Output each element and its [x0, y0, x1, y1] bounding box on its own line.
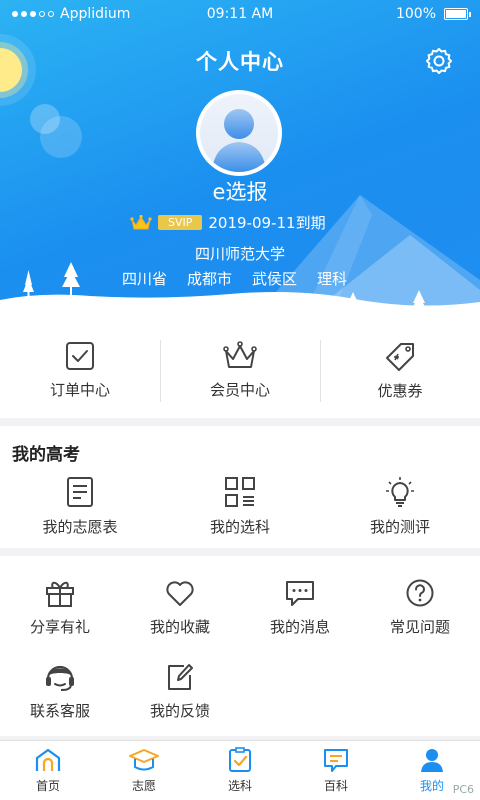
checklist-icon [229, 747, 251, 772]
message-icon [286, 581, 314, 606]
vip-badge: SVIP [158, 215, 203, 230]
grid-list-icon [225, 477, 255, 507]
my-favorites-button[interactable]: 我的收藏 [120, 578, 240, 637]
tab-subject-selection-label: 选科 [227, 779, 252, 793]
battery-icon [444, 8, 471, 20]
crown-icon [130, 214, 152, 229]
status-bar: Applidium 09:11 AM 100% [0, 0, 480, 30]
contact-support-button[interactable]: 联系客服 [0, 662, 120, 721]
my-feedback-button[interactable]: 我的反馈 [120, 662, 240, 721]
tab-home-label: 首页 [35, 779, 60, 793]
graduation-cap-icon [129, 749, 159, 771]
tab-application-label: 志愿 [131, 779, 156, 793]
my-gaokao-section: 我的高考 我的志愿表 我的选科 我的测评 [0, 426, 480, 548]
headset-icon [46, 665, 74, 691]
section-title: 我的高考 [12, 445, 80, 465]
subject-track: 理科 [317, 270, 348, 288]
vip-expiry: 2019-09-11到期 [208, 214, 326, 232]
gift-icon [46, 581, 74, 607]
my-application-list-label: 我的志愿表 [42, 518, 118, 536]
my-subject-selection-button[interactable]: 我的选科 [160, 476, 320, 537]
quick-actions: 订单中心 会员中心 优惠券 [0, 322, 480, 418]
vip-status[interactable]: SVIP 2019-09-11到期 [130, 212, 326, 233]
bottom-tab-bar: 首页 志愿 选科 百科 我的 PC6 [0, 740, 480, 800]
watermark: PC6 [452, 783, 474, 796]
city: 成都市 [187, 270, 233, 288]
faq-label: 常见问题 [389, 618, 450, 636]
order-center-button[interactable]: 订单中心 [0, 322, 160, 418]
tab-subject-selection[interactable]: 选科 [192, 741, 288, 800]
profile-header: Applidium 09:11 AM 100% 个人中心 e选报 SVIP 20… [0, 0, 480, 322]
document-list-icon [67, 477, 93, 507]
battery-percent: 100% [395, 6, 436, 22]
page-title: 个人中心 [196, 50, 284, 74]
coupon-tag-icon [386, 342, 414, 371]
user-avatar-icon [212, 109, 266, 172]
question-icon [406, 579, 434, 607]
my-messages-button[interactable]: 我的消息 [240, 578, 360, 637]
services-section: 分享有礼 我的收藏 我的消息 常见问题 联系客服 我的反馈 [0, 556, 480, 736]
my-application-list-button[interactable]: 我的志愿表 [0, 476, 160, 537]
district: 武侯区 [252, 270, 298, 288]
edit-icon [168, 664, 193, 690]
tab-encyclopedia[interactable]: 百科 [288, 741, 384, 800]
tab-home[interactable]: 首页 [0, 741, 96, 800]
user-icon [421, 749, 443, 772]
tab-encyclopedia-label: 百科 [323, 779, 348, 793]
share-gift-button[interactable]: 分享有礼 [0, 578, 120, 637]
settings-button[interactable] [424, 46, 454, 76]
my-assessment-label: 我的测评 [369, 518, 430, 536]
lightbulb-icon [386, 477, 414, 507]
my-favorites-label: 我的收藏 [149, 618, 210, 636]
gear-icon [426, 48, 452, 74]
coupon-label: 优惠券 [377, 381, 423, 400]
share-gift-label: 分享有礼 [29, 618, 90, 636]
order-center-label: 订单中心 [49, 380, 110, 399]
region-info: 四川省 成都市 武侯区 理科 [122, 268, 347, 289]
faq-button[interactable]: 常见问题 [360, 578, 480, 637]
member-center-button[interactable]: 会员中心 [160, 322, 320, 418]
coupon-button[interactable]: 优惠券 [320, 322, 480, 418]
avatar[interactable] [196, 90, 282, 176]
contact-support-label: 联系客服 [29, 702, 90, 720]
book-icon [324, 749, 348, 772]
tab-application[interactable]: 志愿 [96, 741, 192, 800]
my-feedback-label: 我的反馈 [149, 702, 210, 720]
school-name: 四川师范大学 [194, 245, 285, 263]
my-messages-label: 我的消息 [269, 618, 330, 636]
province: 四川省 [122, 270, 168, 288]
username: e选报 [212, 180, 268, 204]
tab-mine-label: 我的 [419, 779, 444, 793]
my-assessment-button[interactable]: 我的测评 [320, 476, 480, 537]
my-subject-selection-label: 我的选科 [209, 518, 270, 536]
crown-icon [223, 340, 257, 368]
home-icon [35, 748, 61, 771]
order-check-icon [66, 341, 94, 370]
member-center-label: 会员中心 [209, 380, 270, 399]
heart-icon [166, 581, 194, 606]
